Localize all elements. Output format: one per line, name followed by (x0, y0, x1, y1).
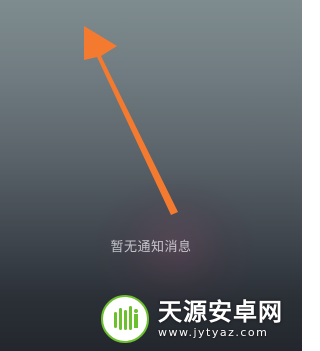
watermark-title: 天源安卓网 (158, 298, 283, 326)
watermark-url: www.jytyaz.com (158, 326, 269, 339)
notification-panel: 暂无通知消息 天源安卓网 www.jytyaz.com (0, 0, 302, 351)
watermark: 天源安卓网 www.jytyaz.com (100, 294, 283, 344)
android-logo-icon (100, 294, 150, 344)
empty-notifications-text: 暂无通知消息 (110, 240, 192, 255)
